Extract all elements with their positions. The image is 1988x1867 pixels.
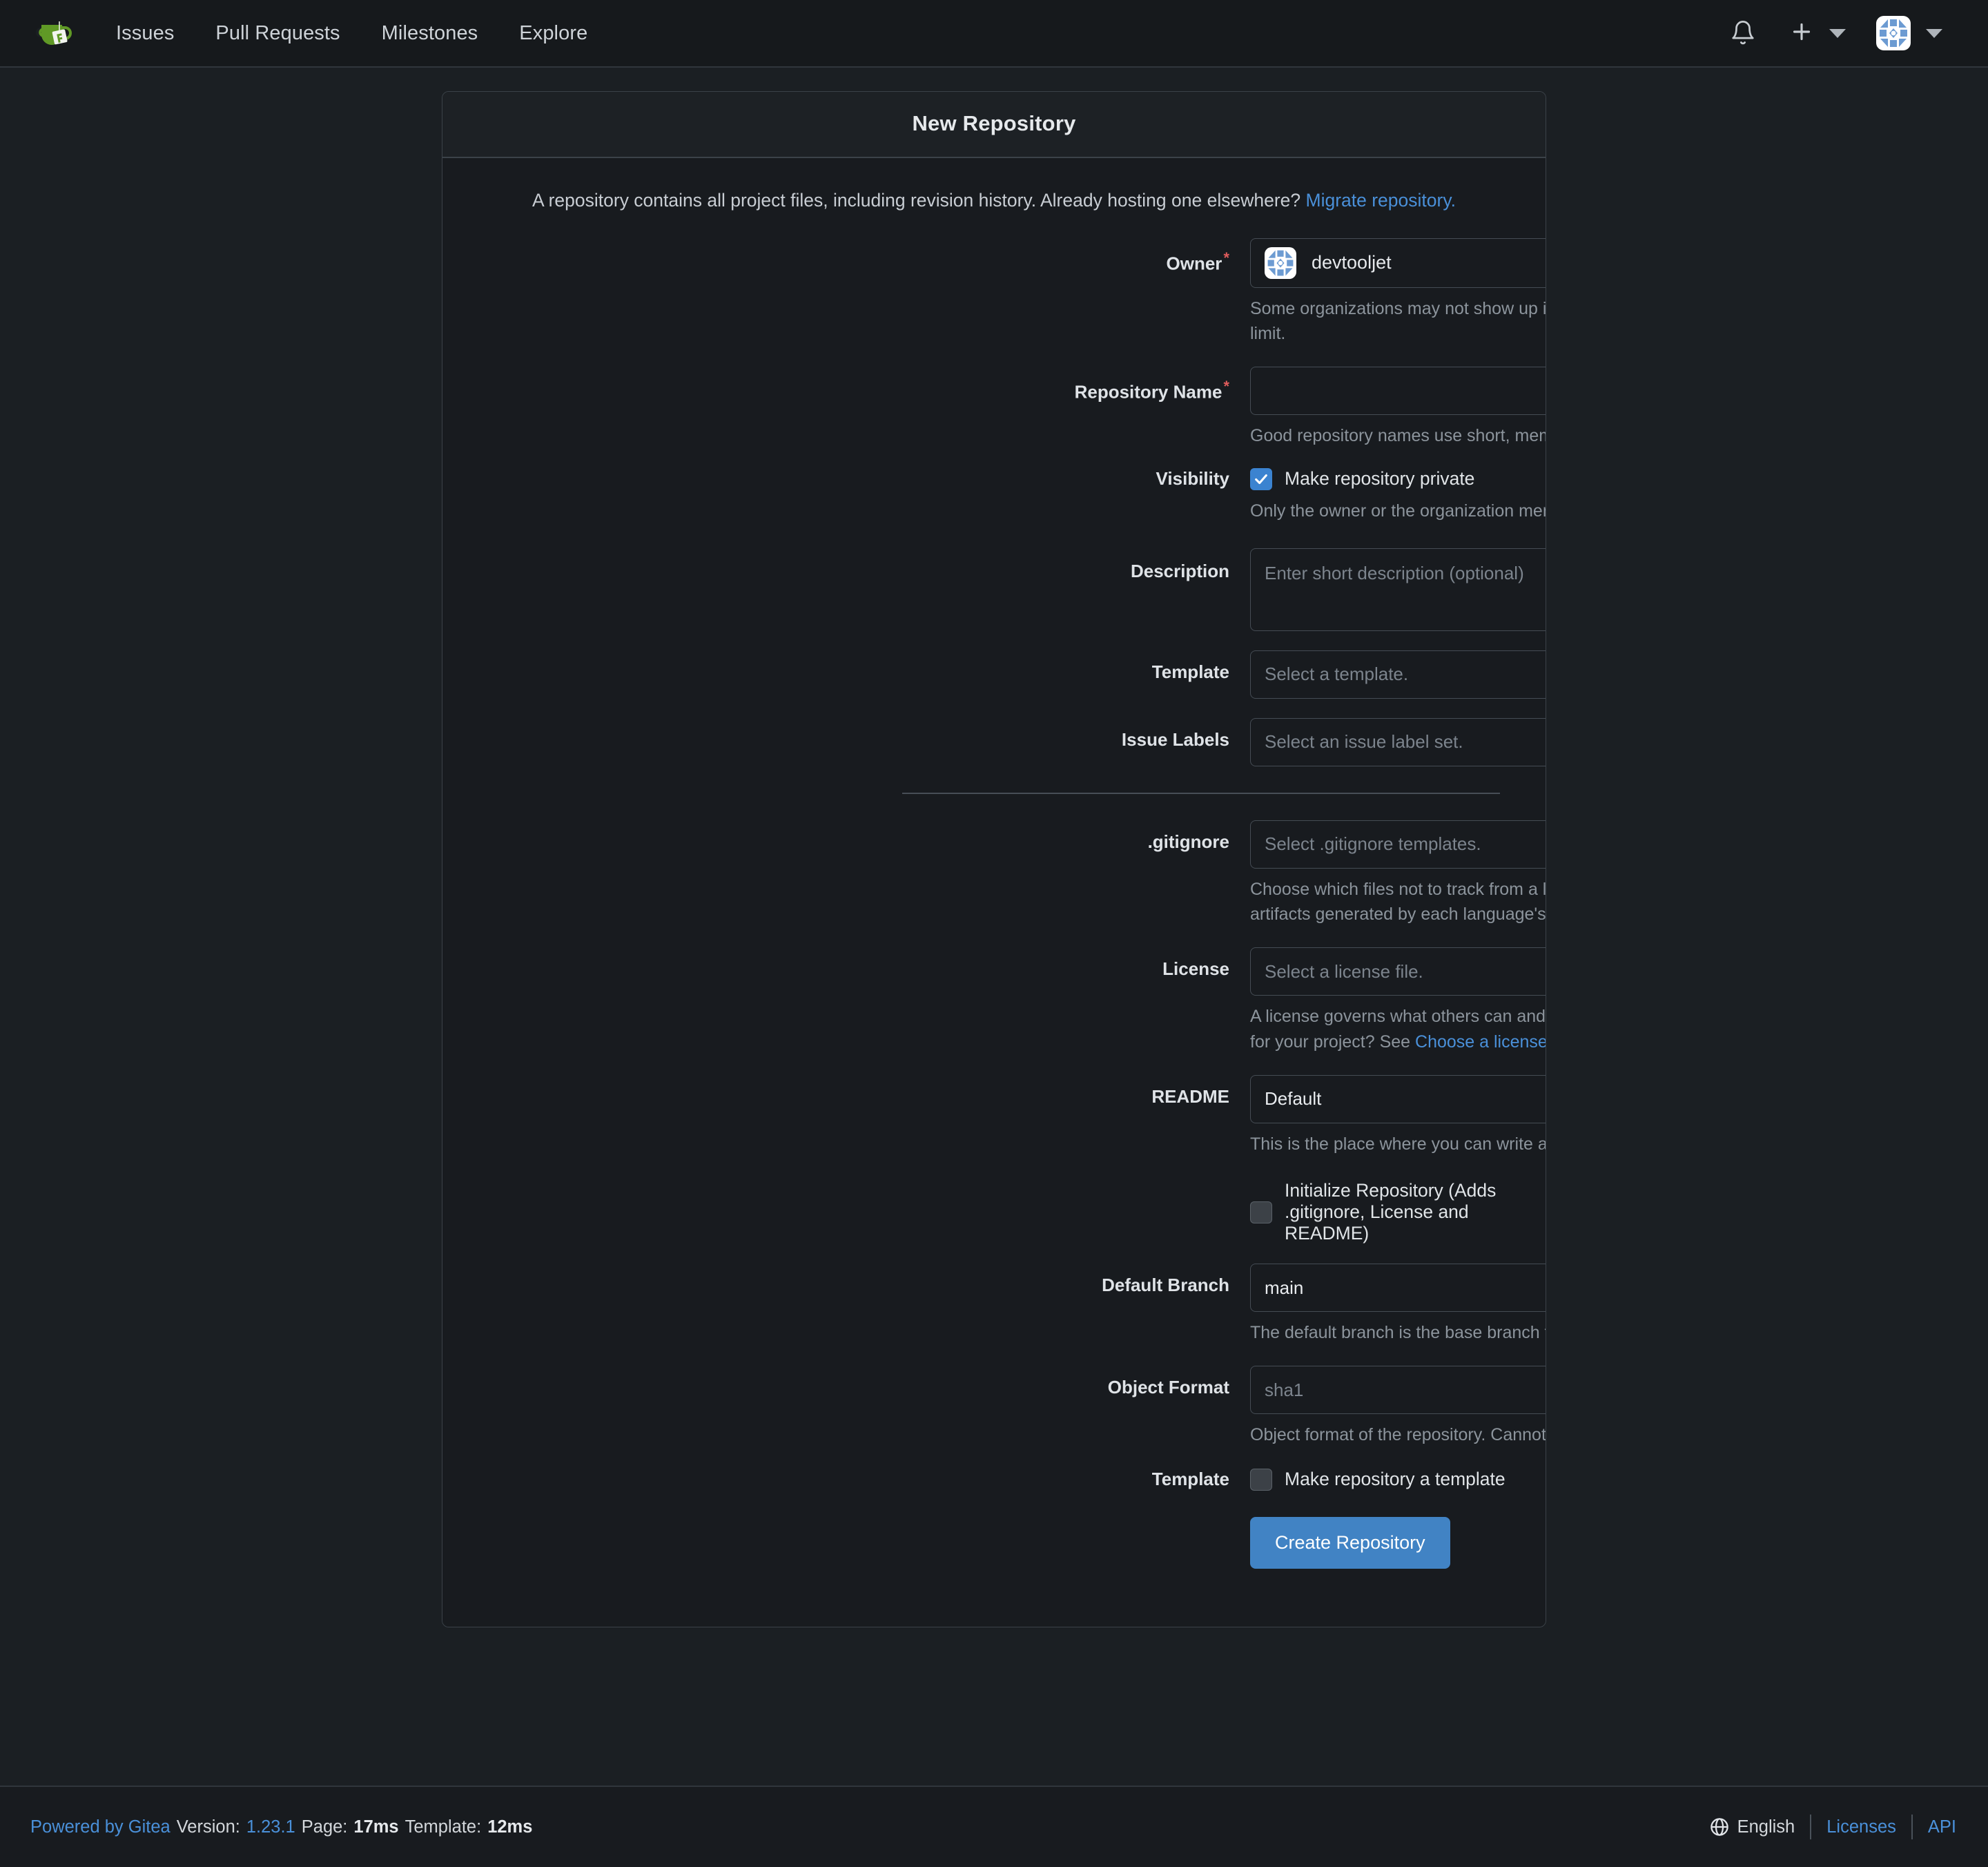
owner-label: Owner* xyxy=(1166,249,1229,274)
plus-icon xyxy=(1789,19,1814,48)
migrate-repository-link[interactable]: Migrate repository. xyxy=(1306,190,1456,211)
object-format-helper-text: Object format of the repository. Cannot … xyxy=(1250,1425,1546,1445)
make-template-checkbox-label[interactable]: Make repository a template xyxy=(1285,1469,1505,1490)
field-issue-labels: Issue Labels xyxy=(442,717,1546,766)
field-template-select: Template xyxy=(442,650,1546,699)
nav-link-pull-requests[interactable]: Pull Requests xyxy=(195,22,360,45)
field-description: Description xyxy=(442,548,1546,631)
initialize-checkbox-row[interactable]: Initialize Repository (Adds .gitignore, … xyxy=(1250,1180,1518,1244)
powered-by-gitea-link[interactable]: Powered by Gitea xyxy=(30,1817,170,1837)
make-template-label: Template xyxy=(1151,1468,1229,1489)
issue-labels-select-input[interactable] xyxy=(1250,717,1546,766)
navbar-right-group xyxy=(1712,16,1958,50)
description-textarea[interactable] xyxy=(1250,548,1546,631)
footer-left-group: Powered by Gitea Version: 1.23.1 Page: 1… xyxy=(30,1817,532,1837)
visibility-label: Visibility xyxy=(1156,467,1229,489)
make-private-checkbox[interactable] xyxy=(1250,467,1272,490)
footer-right-group: English Licenses API xyxy=(1709,1815,1956,1839)
readme-helper-text: This is the place where you can write a … xyxy=(1250,1134,1546,1154)
field-submit: Create Repository xyxy=(442,1516,1546,1569)
globe-icon xyxy=(1709,1817,1730,1837)
form-divider xyxy=(902,792,1500,794)
license-select-input[interactable] xyxy=(1250,947,1546,996)
field-make-template: Template Make repository a template xyxy=(442,1468,1546,1491)
nav-link-milestones[interactable]: Milestones xyxy=(361,22,499,45)
gitea-mug-icon[interactable] xyxy=(36,15,72,51)
make-template-checkbox-row[interactable]: Make repository a template xyxy=(1250,1468,1518,1491)
required-asterisk: * xyxy=(1223,378,1229,396)
repository-name-label: Repository Name* xyxy=(1074,378,1229,403)
version-label: Version: xyxy=(176,1817,240,1837)
nav-link-explore[interactable]: Explore xyxy=(498,22,608,45)
readme-select-input[interactable] xyxy=(1250,1074,1546,1123)
version-value-link[interactable]: 1.23.1 xyxy=(246,1817,295,1837)
initialize-repository-checkbox[interactable] xyxy=(1250,1201,1272,1223)
user-avatar-identicon xyxy=(1876,16,1911,50)
field-object-format: Object Format Object format of the repos… xyxy=(442,1366,1546,1447)
page-time-label: Page: xyxy=(301,1817,348,1837)
template-select-input[interactable] xyxy=(1250,650,1546,699)
create-new-menu[interactable] xyxy=(1774,19,1861,48)
field-owner: Owner* devtooljet Some organizations may… xyxy=(442,238,1546,347)
owner-dropdown[interactable]: devtooljet xyxy=(1250,238,1546,288)
choose-a-license-link[interactable]: Choose a license. xyxy=(1415,1032,1546,1052)
make-private-checkbox-label[interactable]: Make repository private xyxy=(1285,468,1474,490)
license-label: License xyxy=(1162,958,1229,980)
template-time-label: Template: xyxy=(405,1817,482,1837)
bell-icon[interactable] xyxy=(1712,19,1774,47)
field-gitignore: .gitignore Choose which files not to tra… xyxy=(442,820,1546,927)
chevron-down-icon xyxy=(1926,28,1942,38)
visibility-checkbox-row[interactable]: Make repository private xyxy=(1250,467,1518,490)
object-format-select-input[interactable] xyxy=(1250,1366,1546,1415)
template-time-value: 12ms xyxy=(487,1817,533,1837)
licenses-link[interactable]: Licenses xyxy=(1826,1817,1896,1837)
license-helper-text: A license governs what others can and ca… xyxy=(1250,1004,1546,1054)
repository-name-input[interactable] xyxy=(1250,367,1546,416)
field-repository-name: Repository Name* Good repository names u… xyxy=(442,367,1546,448)
template-label: Template xyxy=(1151,661,1229,682)
navbar-left-group: Issues Pull Requests Milestones Explore xyxy=(36,15,608,51)
page-content: New Repository A repository contains all… xyxy=(0,68,1988,1627)
top-navbar: Issues Pull Requests Milestones Explore xyxy=(0,0,1988,68)
repository-name-helper-text: Good repository names use short, memorab… xyxy=(1250,426,1546,446)
api-link[interactable]: API xyxy=(1928,1817,1956,1837)
field-license: License A license governs what others ca… xyxy=(442,947,1546,1054)
page-title: New Repository xyxy=(442,92,1546,158)
object-format-label: Object Format xyxy=(1107,1377,1229,1398)
required-asterisk: * xyxy=(1223,249,1229,267)
owner-avatar-identicon xyxy=(1265,246,1296,279)
page-time-value: 17ms xyxy=(353,1817,399,1837)
page-footer: Powered by Gitea Version: 1.23.1 Page: 1… xyxy=(0,1786,1988,1867)
field-readme: README This is the place where you can w… xyxy=(442,1074,1546,1157)
intro-sentence: A repository contains all project files,… xyxy=(532,190,1301,211)
footer-divider xyxy=(1810,1815,1812,1839)
repository-form: Owner* devtooljet Some organizations may… xyxy=(442,238,1546,1569)
issue-labels-label: Issue Labels xyxy=(1121,728,1229,750)
field-default-branch: Default Branch The default branch is the… xyxy=(442,1264,1546,1345)
create-repository-button[interactable]: Create Repository xyxy=(1250,1516,1450,1569)
default-branch-label: Default Branch xyxy=(1102,1275,1229,1295)
owner-helper-text: Some organizations may not show up in th… xyxy=(1250,298,1546,343)
field-visibility: Visibility Make repository private Only … xyxy=(442,467,1546,523)
gitignore-select-input[interactable] xyxy=(1250,820,1546,869)
initialize-repository-checkbox-label[interactable]: Initialize Repository (Adds .gitignore, … xyxy=(1285,1180,1518,1244)
gitignore-label: .gitignore xyxy=(1147,831,1229,852)
new-repository-form-body: A repository contains all project files,… xyxy=(442,158,1546,1627)
default-branch-input[interactable] xyxy=(1250,1264,1546,1312)
gitignore-helper-text: Choose which files not to track from a l… xyxy=(1250,879,1546,924)
nav-link-issues[interactable]: Issues xyxy=(95,22,195,45)
footer-divider xyxy=(1911,1815,1913,1839)
owner-selected-value: devtooljet xyxy=(1312,252,1392,273)
intro-text: A repository contains all project files,… xyxy=(442,187,1546,238)
user-menu[interactable] xyxy=(1861,16,1958,50)
visibility-helper-text: Only the owner or the organization membe… xyxy=(1250,501,1546,521)
default-branch-helper-text: The default branch is the base branch fo… xyxy=(1250,1323,1546,1342)
new-repository-card: New Repository A repository contains all… xyxy=(442,91,1546,1627)
readme-label: README xyxy=(1151,1085,1229,1107)
chevron-down-icon xyxy=(1829,28,1846,38)
description-label: Description xyxy=(1130,560,1229,581)
field-initialize-repository: Initialize Repository (Adds .gitignore, … xyxy=(442,1180,1546,1244)
make-template-checkbox[interactable] xyxy=(1250,1468,1272,1491)
language-selector[interactable]: English xyxy=(1737,1817,1795,1837)
